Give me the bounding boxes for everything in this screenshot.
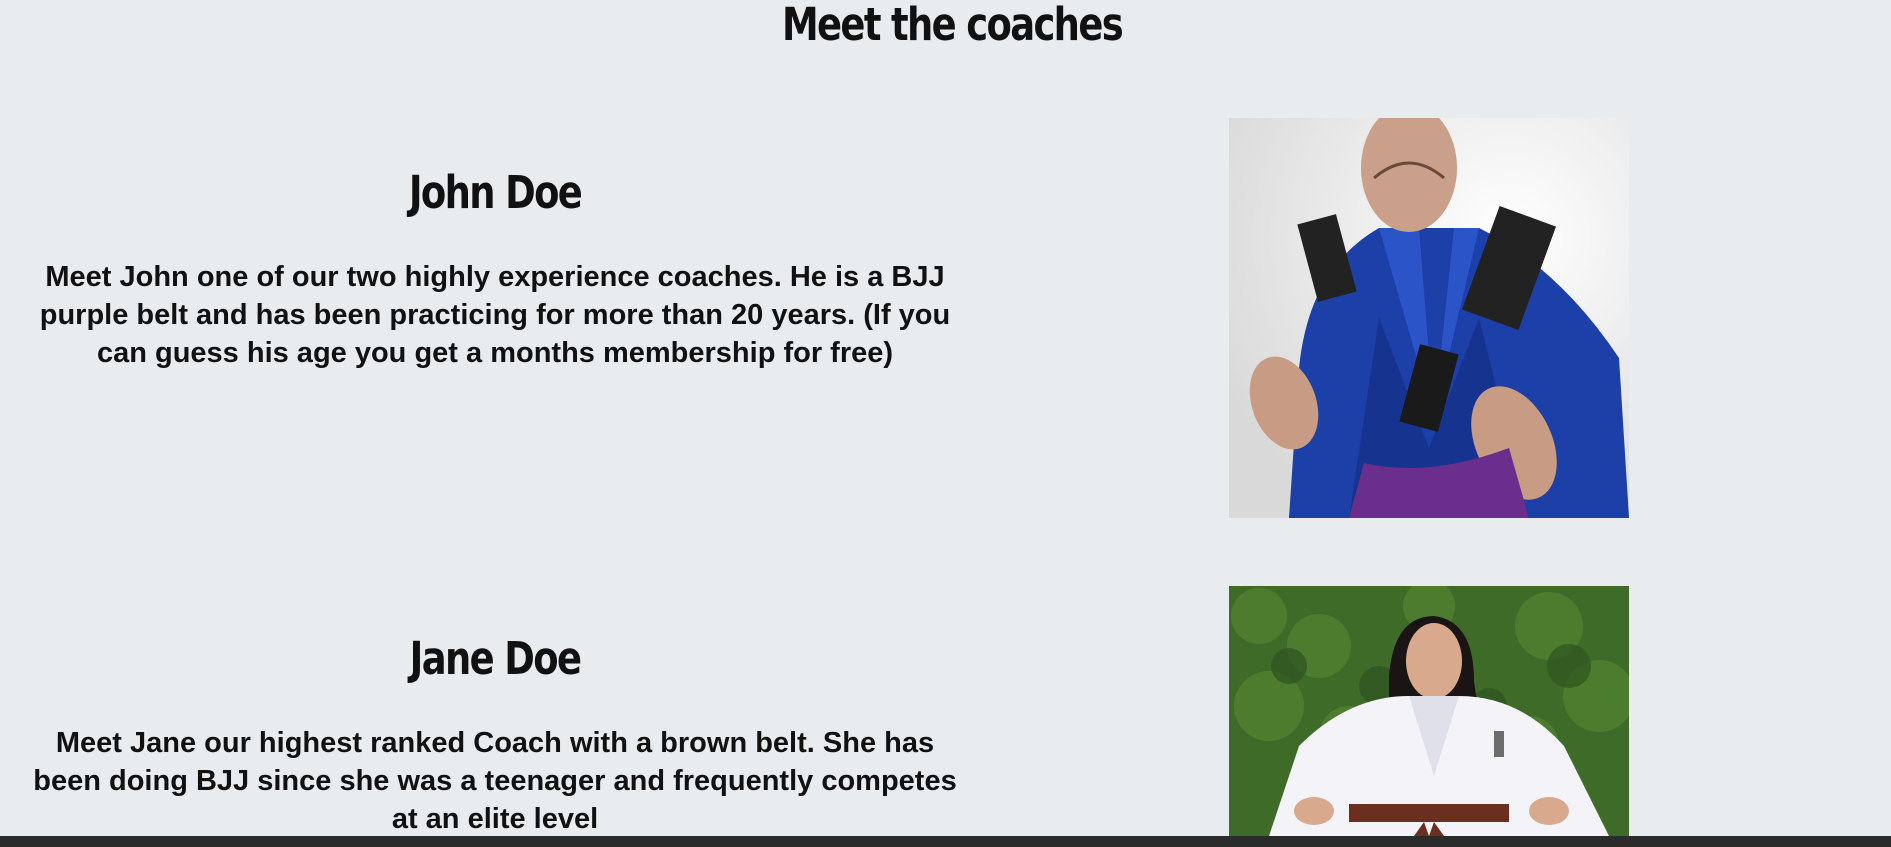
coach-photo-jane (1229, 586, 1629, 836)
coach-bio: Meet Jane our highest ranked Coach with … (33, 727, 957, 835)
page-title: Meet the coaches (781, 0, 1124, 51)
coach-photo-john (1229, 118, 1629, 518)
coach-bio: Meet John one of our two highly experien… (39, 261, 951, 369)
taskbar (0, 836, 1891, 847)
coach-photo-john-image (1229, 118, 1629, 518)
coach-text-block: Jane Doe Meet Jane our highest ranked Co… (0, 632, 990, 838)
coach-name: John Doe (408, 166, 583, 219)
coach-name: Jane Doe (409, 632, 582, 685)
coach-photo-jane-image (1229, 586, 1629, 836)
coach-text-block: John Doe Meet John one of our two highly… (0, 166, 990, 372)
